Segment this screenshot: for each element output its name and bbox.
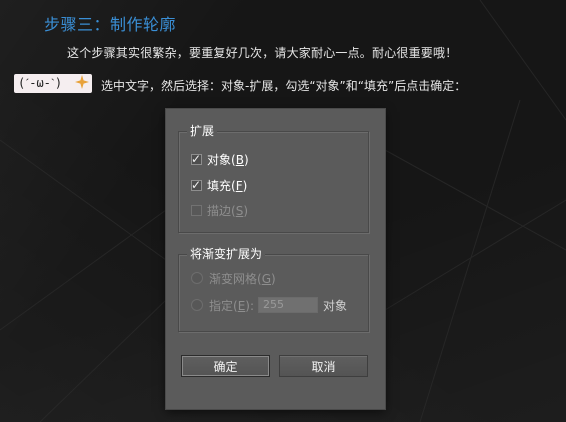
cancel-button[interactable]: 取消: [279, 355, 368, 377]
fill-checkbox-label: 填充(F): [207, 178, 248, 193]
specify-unit-label: 对象: [323, 298, 348, 313]
expand-groupbox: 扩展 ✓ 对象(B) ✓ 填充(F) 描边(S): [178, 124, 369, 233]
check-icon: ✓: [191, 177, 202, 192]
object-checkbox-label: 对象(B): [207, 152, 249, 167]
specify-radio[interactable]: [191, 299, 203, 311]
fill-checkbox-row[interactable]: ✓ 填充(F): [191, 177, 247, 193]
fill-checkbox[interactable]: ✓: [191, 177, 202, 192]
stroke-checkbox-row[interactable]: 描边(S): [191, 202, 248, 218]
expand-dialog: 扩展 ✓ 对象(B) ✓ 填充(F) 描边(S) 将渐变扩展为 渐变网格(G) …: [166, 109, 385, 409]
instruction-text: 选中文字，然后选择：对象-扩展，勾选“对象”和“填充”后点击确定：: [101, 79, 467, 93]
specify-radio-row[interactable]: 指定(E): 对象: [191, 297, 347, 313]
check-icon: ✓: [191, 151, 202, 166]
gradient-mesh-label: 渐变网格(G): [209, 271, 276, 286]
specify-label: 指定(E):: [209, 298, 255, 313]
stroke-checkbox[interactable]: [191, 204, 202, 216]
gradient-mesh-radio-row[interactable]: 渐变网格(G): [191, 270, 276, 286]
emoticon-text: (ˊ-ω-ˋ): [18, 76, 63, 90]
specify-count-input[interactable]: [258, 297, 319, 313]
object-checkbox-row[interactable]: ✓ 对象(B): [191, 151, 249, 167]
gradient-group-label: 将渐变扩展为: [187, 247, 266, 261]
gradient-mesh-radio[interactable]: [191, 272, 203, 284]
intro-text: 这个步骤其实很繁杂，要重复好几次，请大家耐心一点。耐心很重要哦！: [67, 46, 458, 60]
expand-group-label: 扩展: [187, 124, 218, 138]
ok-button[interactable]: 确定: [181, 355, 270, 377]
stroke-checkbox-label: 描边(S): [207, 203, 249, 218]
sparkle-icon: [75, 75, 89, 89]
step-title: 步骤三：制作轮廓: [44, 15, 177, 34]
gradient-groupbox: 将渐变扩展为 渐变网格(G) 指定(E): 对象: [178, 247, 369, 332]
emoticon-badge: (ˊ-ω-ˋ): [14, 74, 92, 93]
object-checkbox[interactable]: ✓: [191, 151, 202, 166]
